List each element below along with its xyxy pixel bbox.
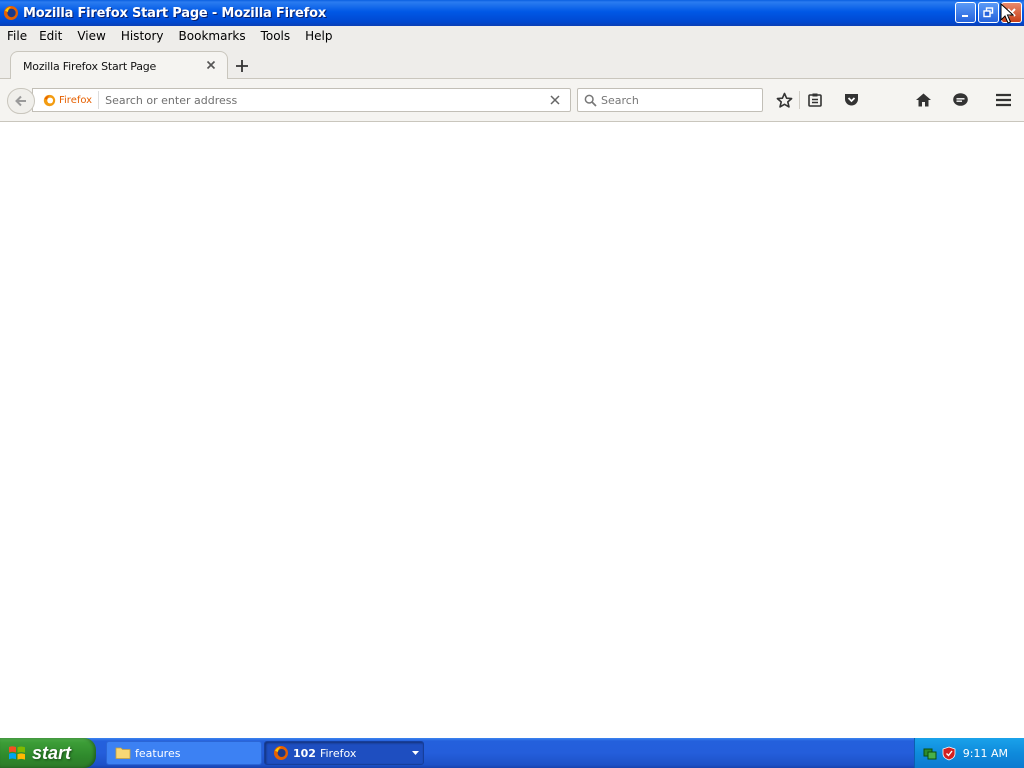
menu-help[interactable]: Help — [300, 29, 337, 43]
bookmark-star-button[interactable] — [775, 91, 793, 109]
home-button[interactable] — [914, 91, 932, 109]
taskbar: start features 102 Firefox 9:11 AM — [0, 738, 1024, 768]
clear-url-icon[interactable] — [550, 95, 560, 105]
menu-bar: File Edit View History Bookmarks Tools H… — [0, 26, 1024, 46]
clipboard-icon — [808, 93, 822, 107]
search-icon — [584, 94, 597, 107]
bookmarks-menu-button[interactable] — [806, 91, 824, 109]
site-identity[interactable]: Firefox — [33, 91, 100, 109]
start-button[interactable]: start — [0, 738, 96, 768]
home-icon — [915, 93, 931, 107]
folder-icon — [115, 747, 131, 759]
taskbar-button-label: Firefox — [319, 746, 357, 760]
taskbar-button-label: features — [135, 746, 181, 760]
firefox-logo-icon — [4, 6, 18, 20]
search-input[interactable] — [601, 93, 751, 107]
menu-history[interactable]: History — [116, 29, 169, 43]
mouse-cursor-icon — [1000, 3, 1014, 24]
windows-logo-icon — [9, 746, 25, 760]
window-titlebar[interactable]: Mozilla Firefox Start Page - Mozilla Fir… — [0, 0, 1024, 26]
network-icon[interactable] — [923, 746, 938, 761]
pocket-icon — [844, 94, 858, 106]
star-icon — [776, 92, 792, 108]
url-bar[interactable]: Firefox — [32, 88, 571, 112]
close-tab-icon[interactable] — [205, 59, 217, 71]
back-arrow-icon — [15, 95, 26, 107]
toolbar-separator — [799, 91, 800, 109]
minimize-icon — [962, 15, 968, 17]
hamburger-menu-icon — [995, 93, 1011, 107]
restore-button[interactable] — [978, 2, 999, 23]
hamburger-menu-button[interactable] — [994, 91, 1012, 109]
firefox-icon — [274, 746, 288, 760]
clock: 9:11 AM — [962, 746, 1008, 760]
menu-bookmarks[interactable]: Bookmarks — [174, 29, 251, 43]
menu-edit[interactable]: Edit — [34, 29, 67, 43]
menu-file[interactable]: File — [2, 29, 32, 43]
identity-label: Firefox — [59, 94, 93, 106]
system-tray: 9:11 AM — [914, 738, 1024, 768]
security-shield-icon[interactable] — [942, 746, 956, 761]
search-bar[interactable] — [577, 88, 763, 112]
taskbar-button-features[interactable]: features — [106, 741, 262, 765]
pocket-button[interactable] — [842, 91, 860, 109]
firefox-logo-icon — [43, 94, 56, 106]
new-tab-icon[interactable] — [234, 58, 250, 74]
window-title: Mozilla Firefox Start Page - Mozilla Fir… — [23, 5, 327, 21]
back-button[interactable] — [7, 88, 35, 114]
restore-icon — [983, 7, 994, 18]
chat-button[interactable] — [951, 91, 969, 109]
url-input[interactable] — [105, 93, 526, 107]
navigation-toolbar: Firefox — [0, 79, 1024, 122]
dropdown-arrow-icon — [412, 751, 419, 755]
menu-view[interactable]: View — [72, 29, 110, 43]
tab-label: Mozilla Firefox Start Page — [23, 59, 157, 73]
tab-start-page[interactable]: Mozilla Firefox Start Page — [10, 51, 228, 80]
start-label: start — [32, 742, 72, 763]
chat-icon — [952, 93, 968, 106]
taskbar-button-firefox-group[interactable]: 102 Firefox — [264, 741, 424, 765]
tab-strip: Mozilla Firefox Start Page — [0, 46, 1024, 80]
menu-tools[interactable]: Tools — [256, 29, 296, 43]
minimize-button[interactable] — [955, 2, 976, 23]
page-content[interactable] — [0, 122, 1024, 738]
window-count: 102 — [293, 746, 316, 760]
